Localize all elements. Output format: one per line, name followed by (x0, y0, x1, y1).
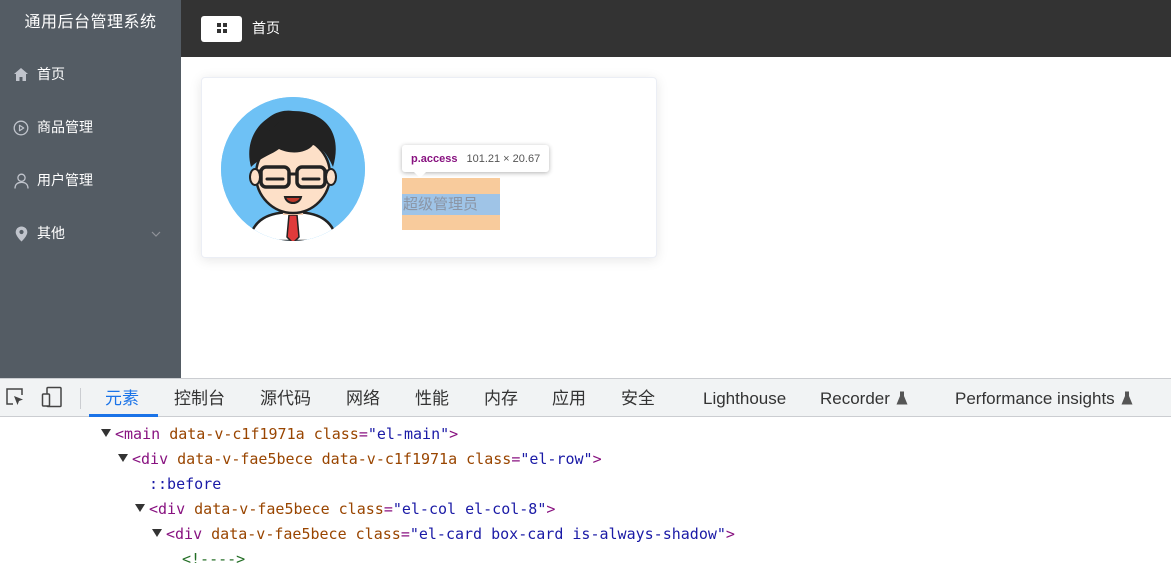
tooltip-selector: p.access (411, 152, 458, 165)
dom-node-el-col[interactable]: <div data-v-fae5bece class="el-col el-co… (135, 497, 555, 522)
app-window: 通用后台管理系统 首页 商品管理 用户管理 其他 首页 超级管理员 p.acce… (0, 0, 1171, 378)
location-icon (13, 207, 29, 260)
sidebar-item-label: 首页 (37, 66, 65, 82)
tab-performance[interactable]: 性能 (415, 379, 449, 417)
tab-performance-insights[interactable]: Performance insights (955, 379, 1133, 417)
tab-console[interactable]: 控制台 (174, 379, 225, 417)
sidebar-item-label: 用户管理 (37, 172, 93, 188)
tab-recorder[interactable]: Recorder (820, 379, 908, 417)
toolbar-divider (80, 388, 81, 409)
tab-label: Recorder (820, 389, 890, 408)
breadcrumb[interactable]: 首页 (252, 0, 280, 57)
tab-network[interactable]: 网络 (346, 379, 380, 417)
dom-node-el-card[interactable]: <div data-v-fae5bece class="el-card box-… (152, 522, 735, 547)
top-header: 首页 (181, 0, 1171, 57)
grid-menu-icon (216, 20, 227, 38)
sidebar: 通用后台管理系统 首页 商品管理 用户管理 其他 (0, 0, 181, 378)
user-card: 超级管理员 p.access 101.21 × 20.67 (201, 77, 657, 258)
flask-icon (896, 380, 908, 419)
access-role-text: 超级管理员 (403, 196, 479, 213)
dom-tree: <main data-v-c1f1971a class="el-main"> <… (0, 417, 1171, 563)
tab-application[interactable]: 应用 (552, 379, 586, 417)
sidebar-item-label: 商品管理 (37, 119, 93, 135)
sidebar-item-goods[interactable]: 商品管理 (0, 101, 181, 154)
dom-node-main[interactable]: <main data-v-c1f1971a class="el-main"> (101, 422, 458, 447)
inspector-tooltip: p.access 101.21 × 20.67 (402, 145, 550, 178)
expand-triangle-icon[interactable] (152, 529, 162, 537)
expand-triangle-icon[interactable] (118, 454, 128, 462)
dom-node-comment[interactable]: <!----> (182, 547, 245, 563)
select-element-icon (5, 387, 25, 412)
video-play-icon (13, 101, 29, 154)
main-content: 超级管理员 p.access 101.21 × 20.67 (181, 57, 1171, 378)
dom-node-el-row[interactable]: <div data-v-fae5bece data-v-c1f1971a cla… (118, 447, 602, 472)
tab-sources[interactable]: 源代码 (260, 379, 311, 417)
devtools-panel: 元素 控制台 源代码 网络 性能 内存 应用 安全 Lighthouse Rec… (0, 378, 1171, 563)
flask-icon (1121, 380, 1133, 419)
tooltip-size: 101.21 × 20.67 (466, 152, 541, 165)
device-toolbar-button[interactable] (41, 386, 63, 413)
avatar (221, 97, 365, 241)
sidebar-item-other[interactable]: 其他 (0, 207, 181, 260)
devtools-tabbar: 元素 控制台 源代码 网络 性能 内存 应用 安全 Lighthouse Rec… (0, 378, 1171, 417)
user-icon (13, 154, 29, 207)
sidebar-title: 通用后台管理系统 (24, 14, 157, 31)
device-mode-icon (41, 386, 63, 413)
dom-node-before[interactable]: ::before (149, 472, 221, 497)
home-icon (13, 48, 29, 101)
tab-lighthouse[interactable]: Lighthouse (703, 379, 786, 417)
user-avatar-image (221, 97, 365, 241)
tab-security[interactable]: 安全 (621, 379, 655, 417)
sidebar-item-home[interactable]: 首页 (0, 48, 181, 101)
collapse-menu-button[interactable] (201, 16, 242, 42)
expand-triangle-icon[interactable] (135, 504, 145, 512)
tab-elements[interactable]: 元素 (105, 379, 139, 417)
sidebar-item-label: 其他 (37, 225, 65, 241)
expand-triangle-icon[interactable] (101, 429, 111, 437)
chevron-down-icon[interactable] (151, 207, 161, 260)
tab-memory[interactable]: 内存 (484, 379, 518, 417)
inspect-element-button[interactable] (4, 387, 26, 412)
sidebar-item-users[interactable]: 用户管理 (0, 154, 181, 207)
tab-label: Performance insights (955, 389, 1115, 408)
